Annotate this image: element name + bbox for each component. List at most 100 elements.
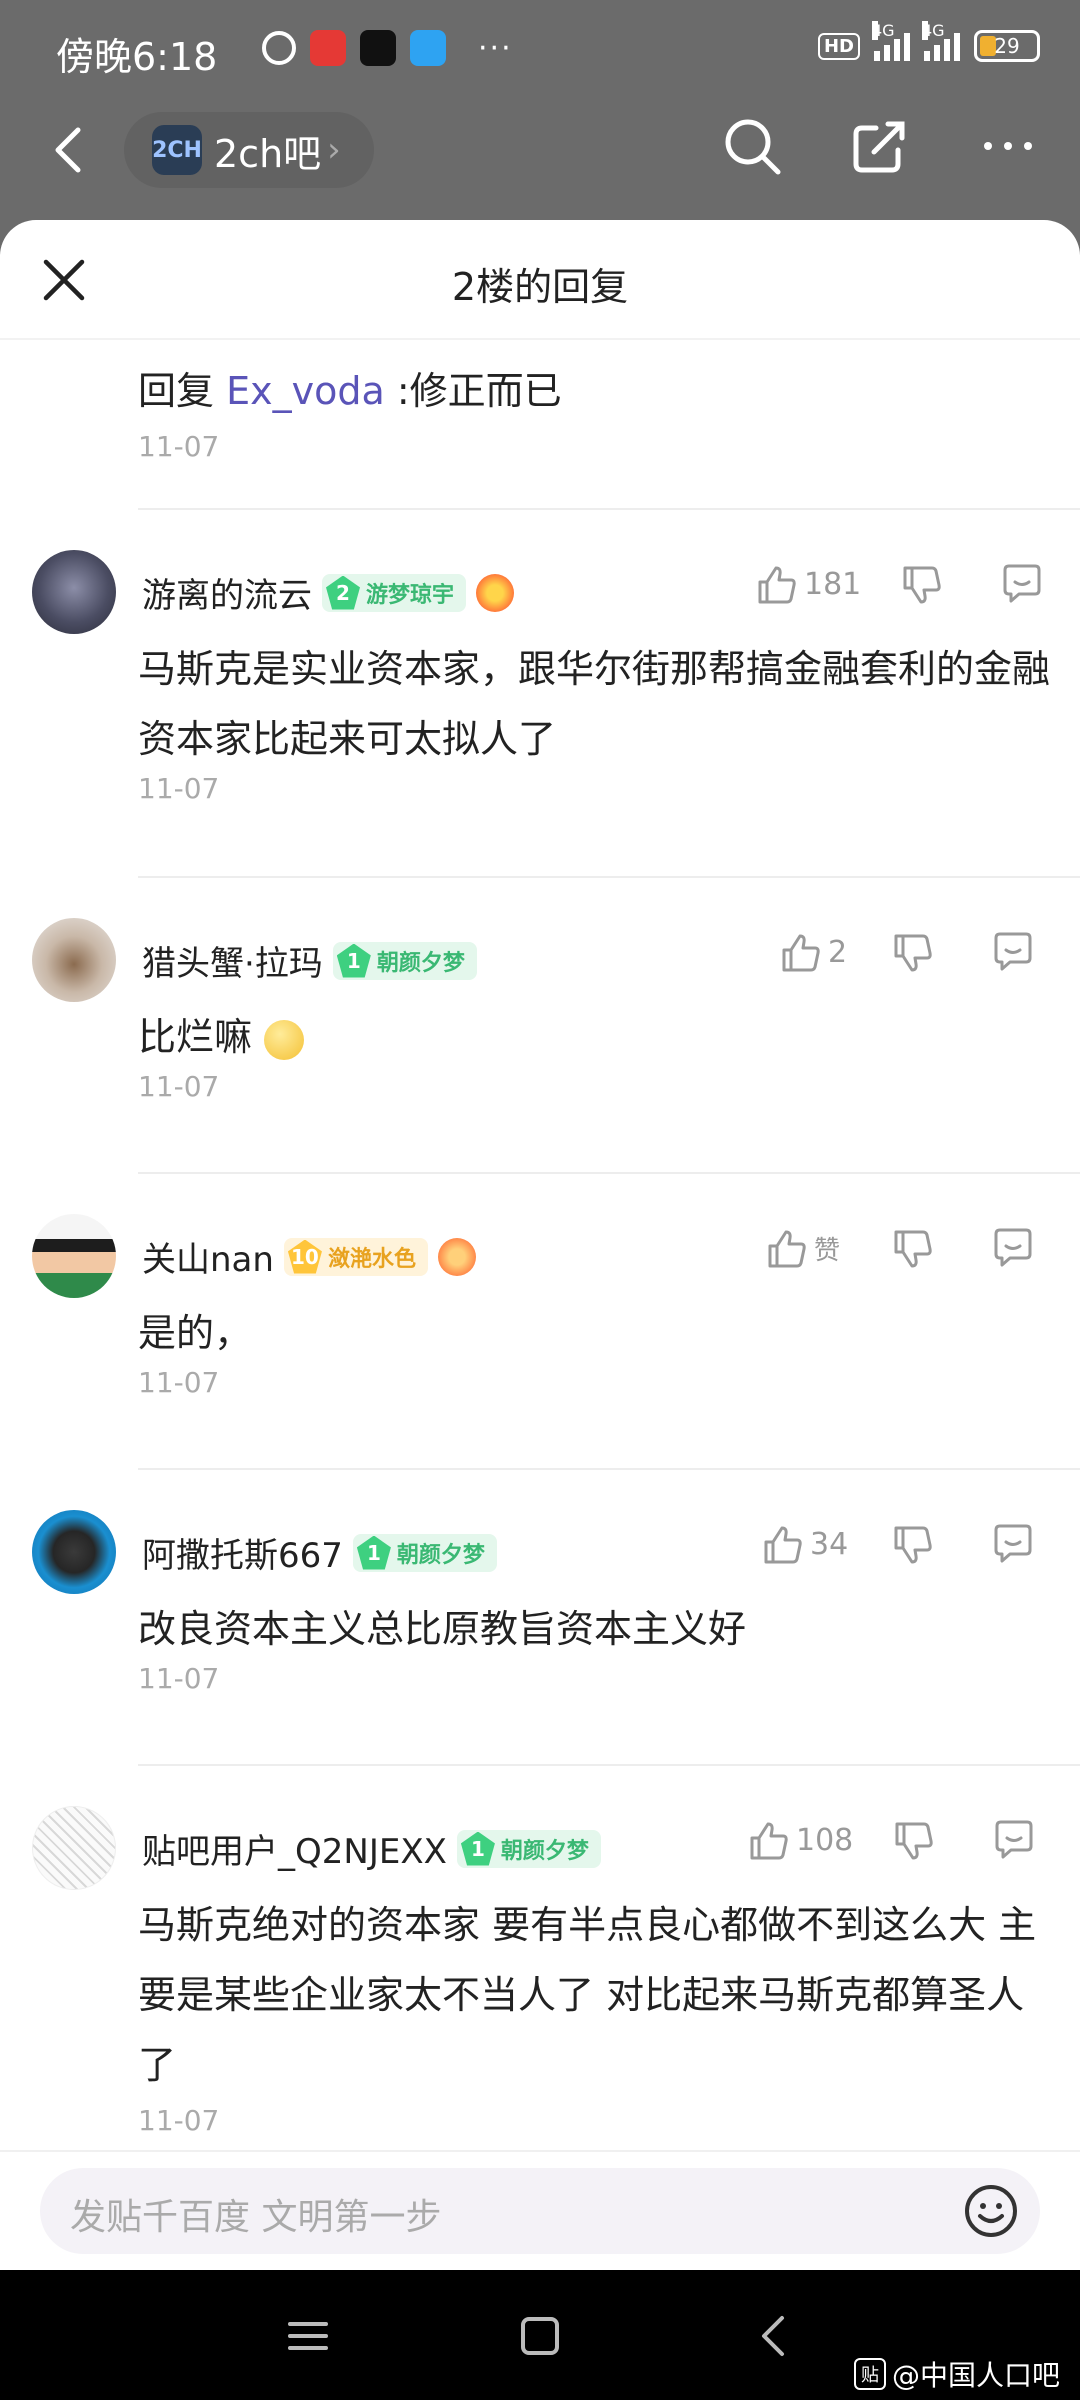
level-badge: 1 朝颜夕梦 <box>352 1533 497 1572</box>
status-notification-icons: ··· <box>262 30 513 66</box>
battery-icon: 29 <box>974 30 1040 62</box>
avatar[interactable] <box>32 550 116 634</box>
smile-emoji-icon <box>264 1019 305 1060</box>
sheet-header: 2楼的回复 <box>0 220 1080 340</box>
thumbs-up-icon <box>758 566 796 604</box>
thumbs-down-icon[interactable] <box>888 928 936 976</box>
hd-icon: HD <box>817 32 860 60</box>
reply-date: 11-07 <box>138 1662 220 1695</box>
username[interactable]: 游离的流云 <box>142 568 312 617</box>
like-button[interactable]: 108 <box>744 1816 853 1864</box>
reply-input[interactable]: 发贴千百度 文明第一步 <box>40 2168 1040 2254</box>
like-button[interactable]: 34 <box>758 1520 852 1568</box>
list-item[interactable]: 贴吧用户_Q2NJEXX 1 朝颜夕梦 108 马斯克绝对的资本家 要有半点良心都… <box>32 1764 1080 2184</box>
thumbs-down-icon[interactable] <box>897 560 945 608</box>
like-button[interactable]: 赞 <box>762 1224 852 1272</box>
avatar[interactable] <box>32 1510 116 1594</box>
list-item[interactable]: 关山nan 10 潋滟水色 赞 是的， 11-07 <box>32 1172 1080 1468</box>
system-nav-bar: 贴 @中国人口吧 <box>0 2270 1080 2400</box>
comment-icon[interactable] <box>989 1816 1037 1864</box>
emoji-icon[interactable] <box>962 2182 1020 2240</box>
forum-link[interactable]: 2CH 2ch吧 › <box>124 112 374 188</box>
status-time: 傍晚6:18 <box>56 35 218 79</box>
sheet-title: 2楼的回复 <box>451 265 629 309</box>
username[interactable]: 阿撒托斯667 <box>142 1528 343 1577</box>
reply-sheet: 2楼的回复 回复 Ex_voda :修正而已 11-07 游离的流云 2 游梦琼宇 <box>0 220 1080 2270</box>
reply-text: 比烂嘛 <box>138 1002 1050 1072</box>
like-count: 赞 <box>814 1235 841 1266</box>
share-icon[interactable] <box>848 114 912 178</box>
forum-name: 2ch吧 <box>214 131 322 176</box>
reply-date: 11-07 <box>138 430 220 463</box>
like-button[interactable]: 181 <box>752 560 861 608</box>
signal-icon: 4G <box>872 21 910 61</box>
thumbs-up-icon <box>782 934 820 972</box>
level-badge: 2 游梦琼宇 <box>322 573 467 612</box>
status-bar: 傍晚6:18 ··· HD 4G 4G 29 <box>0 0 1080 100</box>
battery-level: 29 <box>994 34 1020 58</box>
chevron-right-icon: › <box>327 130 341 170</box>
username[interactable]: 贴吧用户_Q2NJEXX <box>142 1824 447 1873</box>
list-item[interactable]: 猎头蟹·拉玛 1 朝颜夕梦 2 比烂嘛 11-07 <box>32 876 1080 1172</box>
thumbs-up-icon <box>750 1822 788 1860</box>
avatar[interactable] <box>32 1214 116 1298</box>
comment-icon[interactable] <box>988 1520 1036 1568</box>
tieba-logo-icon: 贴 <box>853 2358 886 2390</box>
comment-icon[interactable] <box>997 560 1045 608</box>
signal-icon-2: 4G <box>922 21 960 61</box>
like-count: 2 <box>828 934 848 970</box>
forum-avatar: 2CH <box>152 125 202 175</box>
username[interactable]: 关山nan <box>142 1232 274 1281</box>
avatar[interactable] <box>32 918 116 1002</box>
like-count: 181 <box>804 566 862 602</box>
reply-date: 11-07 <box>138 2104 220 2137</box>
reply-text: 马斯克是实业资本家，跟华尔街那帮搞金融套利的金融资本家比起来可太拟人了 <box>138 647 1051 761</box>
douyin-app-icon <box>360 30 396 66</box>
avatar[interactable] <box>32 1806 116 1890</box>
comment-icon[interactable] <box>988 928 1036 976</box>
flower-badge-icon <box>437 1237 476 1276</box>
thumbs-up-icon <box>764 1526 802 1564</box>
thumbs-up-icon <box>768 1230 806 1268</box>
level-badge: 10 潋滟水色 <box>283 1237 428 1276</box>
home-icon[interactable] <box>518 2314 562 2358</box>
thumbs-down-icon[interactable] <box>888 1224 936 1272</box>
reply-date: 11-07 <box>138 1366 220 1399</box>
like-count: 34 <box>810 1526 849 1562</box>
reply-text: 改良资本主义总比原教旨资本主义好 <box>138 1607 747 1651</box>
reply-text: 马斯克绝对的资本家 要有半点良心都做不到这么大 主要是某些企业家太不当人了 对比… <box>138 1903 1037 2087</box>
comment-icon[interactable] <box>988 1224 1036 1272</box>
telegram-app-icon <box>410 30 446 66</box>
reply-text: 回复 Ex_voda :修正而已 <box>138 369 562 413</box>
like-button[interactable]: 2 <box>776 928 852 976</box>
back-icon[interactable] <box>42 122 98 178</box>
reply-text: 是的， <box>138 1311 253 1355</box>
reply-input-placeholder: 发贴千百度 文明第一步 <box>70 2197 442 2238</box>
reply-date: 11-07 <box>138 772 220 805</box>
list-item[interactable]: 阿撒托斯667 1 朝颜夕梦 34 改良资本主义总比原教旨资本主义好 11-07 <box>32 1468 1080 1764</box>
system-back-icon[interactable] <box>752 2314 796 2358</box>
list-item[interactable]: 游离的流云 2 游梦琼宇 181 马斯克是实业资本家，跟华尔街那帮搞金融套利的金融… <box>32 508 1080 876</box>
mention-link[interactable]: Ex_voda <box>226 369 385 413</box>
level-badge: 1 朝颜夕梦 <box>456 1829 601 1868</box>
search-icon[interactable] <box>720 114 784 178</box>
watermark-text: @中国人口吧 <box>891 2359 1060 2392</box>
more-icon[interactable] <box>976 114 1040 178</box>
reply-date: 11-07 <box>138 1070 220 1103</box>
toutiao-app-icon <box>310 30 346 66</box>
username[interactable]: 猎头蟹·拉玛 <box>142 936 323 985</box>
game-badge-icon <box>476 573 515 612</box>
top-nav: 2CH 2ch吧 › <box>0 100 1080 220</box>
thumbs-down-icon[interactable] <box>889 1816 937 1864</box>
thumbs-down-icon[interactable] <box>888 1520 936 1568</box>
level-badge: 1 朝颜夕梦 <box>332 941 477 980</box>
reply-list: 回复 Ex_voda :修正而已 11-07 游离的流云 2游梦琼宇 181 <box>0 340 1080 2184</box>
list-item[interactable]: 回复 Ex_voda :修正而已 11-07 <box>0 340 1080 508</box>
like-count: 108 <box>796 1822 854 1858</box>
watermark: 贴 @中国人口吧 <box>853 2354 1060 2394</box>
menu-icon[interactable] <box>286 2314 330 2358</box>
alarm-icon <box>262 31 296 65</box>
more-notifications-icon: ··· <box>478 30 513 66</box>
status-right-icons: HD 4G 4G 29 <box>817 21 1040 62</box>
reply-input-bar: 发贴千百度 文明第一步 <box>0 2150 1080 2270</box>
